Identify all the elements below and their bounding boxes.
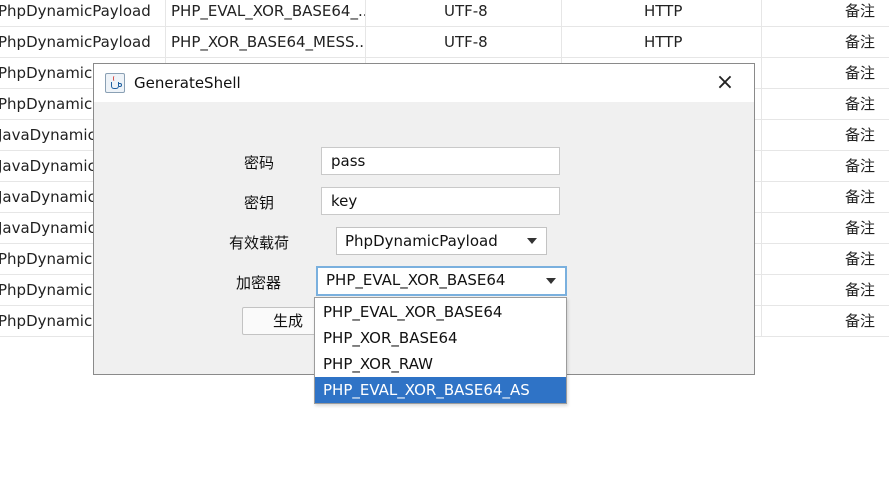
encryptor-select[interactable]: PHP_EVAL_XOR_BASE64 (316, 266, 567, 296)
dialog-titlebar[interactable]: GenerateShell × (94, 64, 754, 102)
table-cell: 备注 (845, 157, 876, 175)
table-cell: HTTP (562, 27, 762, 58)
payload-select[interactable]: PhpDynamicPayload (336, 227, 547, 255)
table-cell: PhpDynamicPayload (0, 27, 166, 58)
payload-label: 有效载荷 (229, 234, 290, 252)
table-cell: UTF-8 (366, 27, 562, 58)
encryptor-dropdown-list: PHP_EVAL_XOR_BASE64 PHP_XOR_BASE64 PHP_X… (314, 297, 567, 404)
table-cell: 备注 (845, 64, 876, 82)
encryptor-option[interactable]: PHP_EVAL_XOR_BASE64 (315, 299, 566, 325)
encryptor-label: 加密器 (236, 274, 282, 292)
table-row[interactable]: PhpDynamicPayload PHP_XOR_BASE64_MESS... U… (0, 27, 889, 58)
table-cell: 备注 (845, 126, 876, 144)
table-cell: PHP_EVAL_XOR_BASE64_... (166, 0, 366, 27)
dialog-title: GenerateShell (134, 74, 241, 92)
table-cell: 备注 (845, 250, 876, 268)
encryptor-option[interactable]: PHP_XOR_BASE64 (315, 325, 566, 351)
chevron-down-icon (546, 278, 556, 284)
table-cell: 备注 (845, 33, 876, 51)
table-cell: 备注 (845, 219, 876, 237)
table-cell: 备注 (845, 188, 876, 206)
table-cell: 备注 (845, 2, 876, 20)
encryptor-select-value: PHP_EVAL_XOR_BASE64 (326, 271, 506, 289)
java-cup-icon (105, 73, 125, 93)
chevron-down-icon (527, 238, 537, 244)
table-cell: HTTP (562, 0, 762, 27)
key-label: 密钥 (244, 194, 275, 212)
table-cell: 备注 (845, 95, 876, 113)
table-cell: 备注 (845, 281, 876, 299)
encryptor-option-highlighted[interactable]: PHP_EVAL_XOR_BASE64_AS (315, 377, 566, 403)
table-cell: PHP_XOR_BASE64_MESS... (166, 27, 366, 58)
table-row[interactable]: PhpDynamicPayload PHP_EVAL_XOR_BASE64_...… (0, 0, 889, 27)
table-cell: UTF-8 (366, 0, 562, 27)
password-field[interactable]: pass (321, 147, 560, 175)
close-icon[interactable]: × (706, 68, 744, 98)
payload-select-value: PhpDynamicPayload (345, 232, 498, 250)
password-label: 密码 (244, 154, 275, 172)
table-cell: PhpDynamicPayload (0, 0, 166, 27)
key-field[interactable]: key (321, 187, 560, 215)
table-cell: 备注 (845, 312, 876, 330)
encryptor-option[interactable]: PHP_XOR_RAW (315, 351, 566, 377)
